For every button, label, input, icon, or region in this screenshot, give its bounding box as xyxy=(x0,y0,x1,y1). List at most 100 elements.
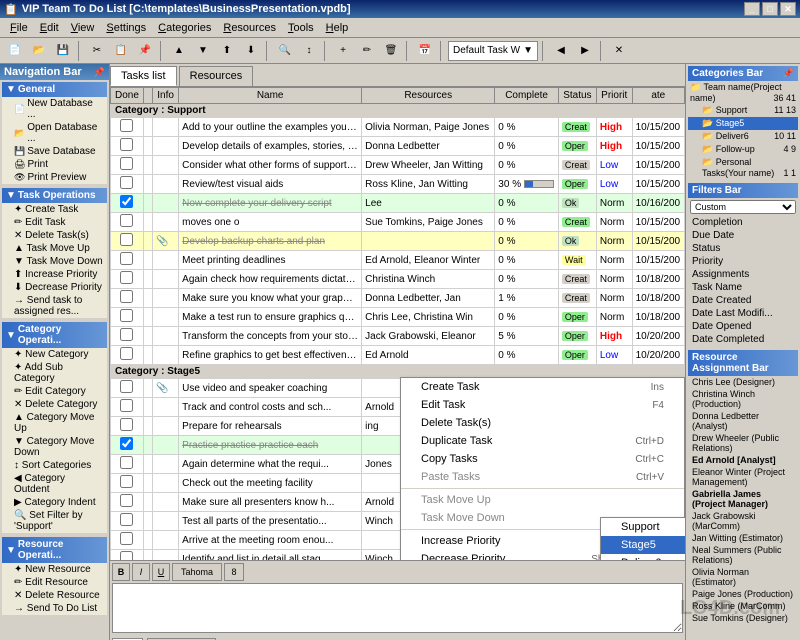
ctx-task-move-up[interactable]: Task Move Up xyxy=(401,491,684,509)
resource-chris-lee[interactable]: Chris Lee (Designer) xyxy=(688,376,798,388)
ctx-paste-tasks[interactable]: Paste Tasks Ctrl+V xyxy=(401,468,684,486)
task-done-checkbox[interactable] xyxy=(120,347,133,360)
edit-task-btn[interactable]: ✏ xyxy=(356,40,378,62)
delete-task-item[interactable]: ✕ Delete Task(s) xyxy=(2,229,107,242)
filter-status[interactable]: Status xyxy=(688,242,798,255)
filter-assignments[interactable]: Assignments xyxy=(688,268,798,281)
table-row[interactable]: Again check how requirements dictate sup… xyxy=(111,270,685,289)
open-btn[interactable]: 📂 xyxy=(28,40,50,62)
tree-personal[interactable]: 📂 Personal Tasks(Your name) 1 1 xyxy=(688,156,798,179)
task-done-checkbox[interactable] xyxy=(120,532,133,545)
delete-category-item[interactable]: ✕ Delete Category xyxy=(2,398,107,411)
edit-task-item[interactable]: ✏ Edit Task xyxy=(2,216,107,229)
task-done-checkbox[interactable] xyxy=(120,456,133,469)
cat-move-down-item[interactable]: ▼ Category Move Down xyxy=(2,435,107,459)
up-btn[interactable]: ▲ xyxy=(168,40,190,62)
set-filter-item[interactable]: 🔍 Set Filter by 'Support' xyxy=(2,509,107,533)
task-done-checkbox[interactable] xyxy=(120,119,133,132)
filter-date-opened[interactable]: Date Opened xyxy=(688,320,798,333)
resource-donna[interactable]: Donna Ledbetter (Analyst) xyxy=(688,410,798,432)
menu-tools[interactable]: Tools xyxy=(282,20,320,36)
col-resources[interactable]: Resources xyxy=(362,88,495,104)
task-done-checkbox[interactable] xyxy=(120,494,133,507)
change-category-submenu[interactable]: Support Stage5 Deliver6 Follow-up Person… xyxy=(600,517,685,560)
send-todo-item[interactable]: → Send To Do List xyxy=(2,602,107,615)
task-ops-header[interactable]: ▼ Task Operations xyxy=(2,188,107,203)
ctx-duplicate-task[interactable]: Duplicate Task Ctrl+D xyxy=(401,432,684,450)
task-done-checkbox[interactable] xyxy=(120,380,133,393)
edit-resource-item[interactable]: ✏ Edit Resource xyxy=(2,576,107,589)
note-size-btn[interactable]: 8 xyxy=(224,563,244,581)
edit-category-item[interactable]: ✏ Edit Category xyxy=(2,385,107,398)
general-section-header[interactable]: ▼ General xyxy=(2,82,107,97)
add-sub-category-item[interactable]: ✦ Add Sub Category xyxy=(2,361,107,385)
note-font-btn[interactable]: Tahoma xyxy=(172,563,222,581)
minimize-button[interactable]: _ xyxy=(744,2,760,16)
submenu-deliver6[interactable]: Deliver6 xyxy=(601,554,685,560)
menu-settings[interactable]: Settings xyxy=(100,20,152,36)
task-done-checkbox[interactable] xyxy=(120,252,133,265)
table-row[interactable]: Make sure you know what your graphics pr… xyxy=(111,289,685,308)
sort-btn[interactable]: ↕ xyxy=(298,40,320,62)
table-row[interactable]: Now complete your delivery script Lee 0 … xyxy=(111,194,685,213)
menu-file[interactable]: File xyxy=(4,20,34,36)
filter-date-modified[interactable]: Date Last Modifi... xyxy=(688,307,798,320)
task-done-checkbox[interactable] xyxy=(120,214,133,227)
increase-priority-item[interactable]: ⬆ Increase Priority xyxy=(2,268,107,281)
print-item[interactable]: 🖨 Print xyxy=(2,158,107,171)
submenu-support[interactable]: Support xyxy=(601,518,685,536)
filter-completion[interactable]: Completion xyxy=(688,216,798,229)
tree-support[interactable]: 📂 Support 11 13 xyxy=(688,104,798,117)
table-row[interactable]: Make a test run to ensure graphics quali… xyxy=(111,308,685,327)
menu-edit[interactable]: Edit xyxy=(34,20,65,36)
resource-gabriella[interactable]: Gabriella James (Project Manager) xyxy=(688,488,798,510)
new-database-item[interactable]: 📄 New Database ... xyxy=(2,97,107,121)
ctx-create-task[interactable]: Create Task Ins xyxy=(401,378,684,396)
tree-stage5[interactable]: 📂 Stage5 xyxy=(688,117,798,130)
sort-categories-item[interactable]: ↕ Sort Categories xyxy=(2,459,107,472)
note-italic-btn[interactable]: I xyxy=(132,563,150,581)
tree-followup[interactable]: 📂 Follow-up 4 9 xyxy=(688,143,798,156)
create-task-btn[interactable]: + xyxy=(332,40,354,62)
paste-btn[interactable]: 📌 xyxy=(134,40,156,62)
table-row[interactable]: Meet printing deadlines Ed Arnold, Elean… xyxy=(111,251,685,270)
prev-btn[interactable]: ◀ xyxy=(550,40,572,62)
filter-task-name[interactable]: Task Name xyxy=(688,281,798,294)
new-resource-item[interactable]: ✦ New Resource xyxy=(2,563,107,576)
resource-drew[interactable]: Drew Wheeler (Public Relations) xyxy=(688,432,798,454)
table-row[interactable]: Develop details of examples, stories, st… xyxy=(111,137,685,156)
priority-down-btn[interactable]: ⬇ xyxy=(240,40,262,62)
menu-categories[interactable]: Categories xyxy=(152,20,217,36)
task-done-checkbox[interactable] xyxy=(120,309,133,322)
col-date[interactable]: ate xyxy=(632,88,684,104)
menu-view[interactable]: View xyxy=(65,20,101,36)
task-done-checkbox[interactable] xyxy=(120,418,133,431)
calendar-btn[interactable]: 📅 xyxy=(414,40,436,62)
cat-outdent-item[interactable]: ◀ Category Outdent xyxy=(2,472,107,496)
table-row[interactable]: 📎 Develop backup charts and plan 0 % Ok … xyxy=(111,232,685,251)
close-db-btn[interactable]: ✕ xyxy=(608,40,630,62)
open-database-item[interactable]: 📂 Open Database ... xyxy=(2,121,107,145)
task-done-checkbox[interactable] xyxy=(120,271,133,284)
col-name[interactable]: Name xyxy=(179,88,362,104)
col-info[interactable]: Info xyxy=(153,88,179,104)
col-done[interactable]: Done xyxy=(111,88,144,104)
table-row[interactable]: Review/test visual aids Ross Kline, Jan … xyxy=(111,175,685,194)
tab-resources[interactable]: Resources xyxy=(179,66,254,86)
default-task-dropdown[interactable]: Default Task W ▼ xyxy=(448,41,538,61)
ctx-delete-tasks[interactable]: Delete Task(s) xyxy=(401,414,684,432)
task-done-checkbox[interactable] xyxy=(120,513,133,526)
col-status[interactable]: Status xyxy=(558,88,596,104)
table-row[interactable]: moves one o Sue Tomkins, Paige Jones 0 %… xyxy=(111,213,685,232)
col-complete[interactable]: Complete xyxy=(495,88,559,104)
task-done-checkbox[interactable] xyxy=(120,475,133,488)
task-table-container[interactable]: Done Info Name Resources Complete Status… xyxy=(110,87,685,560)
submenu-stage5[interactable]: Stage5 xyxy=(601,536,685,554)
decrease-priority-item[interactable]: ⬇ Decrease Priority xyxy=(2,281,107,294)
new-category-item[interactable]: ✦ New Category xyxy=(2,348,107,361)
task-done-checkbox[interactable] xyxy=(120,233,133,246)
task-done-checkbox[interactable] xyxy=(120,328,133,341)
filter-due-date[interactable]: Due Date xyxy=(688,229,798,242)
resource-jan[interactable]: Jan Witting (Estimator) xyxy=(688,532,798,544)
table-row[interactable]: Consider what other forms of support can… xyxy=(111,156,685,175)
